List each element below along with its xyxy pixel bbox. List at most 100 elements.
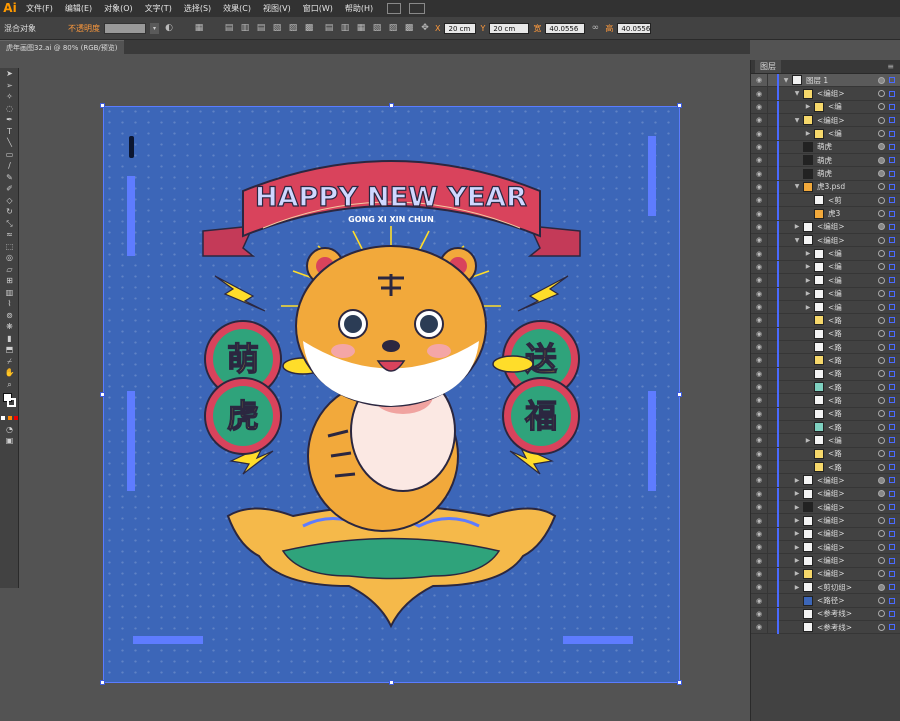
rectangle-tool-icon[interactable]: ▭: [0, 149, 19, 161]
menu-item[interactable]: 文件(F): [20, 0, 59, 17]
resize-handle-ml[interactable]: [100, 392, 105, 397]
blob-brush-icon[interactable]: ✐: [0, 183, 19, 195]
distribute-2-icon[interactable]: ▥: [339, 22, 351, 34]
target-circle-icon[interactable]: [878, 236, 885, 244]
target-circle-icon[interactable]: [878, 76, 885, 84]
layer-name[interactable]: <剪: [828, 195, 842, 206]
visibility-eye-icon[interactable]: ◉: [754, 436, 764, 444]
lock-toggle[interactable]: [767, 514, 775, 528]
visibility-eye-icon[interactable]: ◉: [754, 450, 764, 458]
visibility-eye-icon[interactable]: ◉: [754, 303, 764, 311]
layer-name[interactable]: <路: [828, 342, 842, 353]
visibility-eye-icon[interactable]: ◉: [754, 316, 764, 324]
target-circle-icon[interactable]: [878, 410, 885, 418]
layer-row[interactable]: ◉ ▼ <编组>: [751, 87, 900, 101]
type-tool-icon[interactable]: T: [0, 126, 19, 138]
target-circle-icon[interactable]: [878, 276, 885, 284]
target-circle-icon[interactable]: [878, 210, 885, 218]
column-graph-icon[interactable]: ▮: [0, 333, 19, 345]
layer-row[interactable]: ◉ ▼ <编组>: [751, 233, 900, 248]
visibility-eye-icon[interactable]: ◉: [754, 196, 764, 204]
direct-selection-tool-icon[interactable]: ➢: [0, 80, 19, 92]
selection-indicator[interactable]: [889, 450, 895, 457]
resize-handle-br[interactable]: [677, 680, 682, 685]
visibility-eye-icon[interactable]: ◉: [754, 610, 764, 618]
target-circle-icon[interactable]: [878, 250, 885, 258]
width-input[interactable]: 40.0556: [545, 22, 586, 34]
distribute-icon[interactable]: ▤: [323, 22, 335, 34]
lock-toggle[interactable]: [767, 447, 775, 461]
align-right-icon[interactable]: ▤: [255, 22, 267, 34]
selection-indicator[interactable]: [889, 610, 895, 617]
lock-toggle[interactable]: [767, 287, 775, 301]
layer-row[interactable]: ◉ <路: [751, 353, 900, 368]
layer-row[interactable]: ◉ <路: [751, 447, 900, 461]
visibility-eye-icon[interactable]: ◉: [754, 90, 764, 98]
layer-name[interactable]: <路: [828, 395, 842, 406]
selection-indicator[interactable]: [889, 77, 895, 84]
selection-indicator[interactable]: [889, 277, 895, 284]
layer-name[interactable]: <编: [828, 248, 842, 259]
slice-tool-icon[interactable]: ⌿: [0, 356, 19, 368]
layer-row[interactable]: ◉ ▶ <编: [751, 127, 900, 141]
visibility-eye-icon[interactable]: ◉: [754, 543, 764, 551]
arrange-documents-icon[interactable]: [409, 3, 426, 14]
selection-indicator[interactable]: [889, 544, 895, 551]
target-circle-icon[interactable]: [878, 597, 885, 605]
layer-name[interactable]: <编: [828, 128, 842, 139]
layer-row[interactable]: ◉ <路: [751, 313, 900, 328]
selection-indicator[interactable]: [889, 290, 895, 297]
target-circle-icon[interactable]: [878, 423, 885, 431]
resize-handle-tl[interactable]: [100, 103, 105, 108]
layer-name[interactable]: 虎3: [828, 208, 840, 219]
layer-name[interactable]: <路径>: [817, 595, 845, 606]
link-icon[interactable]: ∞: [589, 22, 601, 34]
menu-item[interactable]: 编辑(E): [59, 0, 98, 17]
y-input[interactable]: 20 cm: [489, 22, 530, 34]
target-circle-icon[interactable]: [878, 303, 885, 311]
lock-toggle[interactable]: [767, 500, 775, 514]
layer-row[interactable]: ◉ ▶ <编: [751, 433, 900, 448]
selection-tool-icon[interactable]: ➤: [0, 68, 19, 80]
expand-triangle-icon[interactable]: ▶: [794, 530, 800, 537]
lock-toggle[interactable]: [767, 554, 775, 568]
expand-triangle-icon[interactable]: ▶: [805, 263, 811, 270]
lock-toggle[interactable]: [767, 193, 775, 207]
artwork[interactable]: HAPPY NEW YEAR GONG XI XIN CHUN 萌 虎 送 福: [103, 106, 680, 683]
layer-name[interactable]: <参考线>: [817, 622, 852, 633]
lock-toggle[interactable]: [767, 607, 775, 621]
menu-item[interactable]: 对象(O): [98, 0, 139, 17]
selection-indicator[interactable]: [889, 477, 895, 484]
layer-row[interactable]: ◉ <路径>: [751, 594, 900, 608]
visibility-eye-icon[interactable]: ◉: [754, 530, 764, 538]
target-circle-icon[interactable]: [878, 370, 885, 378]
lock-toggle[interactable]: [767, 367, 775, 381]
selection-indicator[interactable]: [889, 117, 895, 124]
layer-row[interactable]: ◉ ▶ <编组>: [751, 220, 900, 235]
expand-triangle-icon[interactable]: ▶: [805, 250, 811, 257]
line-tool-icon[interactable]: ╲: [0, 137, 19, 149]
layer-name[interactable]: <路: [828, 315, 842, 326]
align-top-icon[interactable]: ▧: [271, 22, 283, 34]
lock-toggle[interactable]: [767, 100, 775, 114]
visibility-eye-icon[interactable]: ◉: [754, 76, 764, 84]
target-circle-icon[interactable]: [878, 116, 885, 124]
target-circle-icon[interactable]: [878, 183, 885, 191]
visibility-eye-icon[interactable]: ◉: [754, 343, 764, 351]
scale-tool-icon[interactable]: ⤡: [0, 218, 19, 230]
lock-toggle[interactable]: [767, 473, 775, 487]
target-circle-icon[interactable]: [878, 543, 885, 551]
lock-toggle[interactable]: [767, 620, 775, 634]
layer-row[interactable]: ◉ <路: [751, 380, 900, 395]
layer-row[interactable]: ◉ ▼ 虎3.psd: [751, 180, 900, 195]
visibility-eye-icon[interactable]: ◉: [754, 623, 764, 631]
layer-row[interactable]: ◉ ▶ <编组>: [751, 514, 900, 528]
rotate-tool-icon[interactable]: ↻: [0, 206, 19, 218]
selection-indicator[interactable]: [889, 344, 895, 351]
selection-indicator[interactable]: [889, 237, 895, 244]
layer-row[interactable]: ◉ <剪: [751, 193, 900, 208]
layer-name[interactable]: <编组>: [817, 568, 845, 579]
selection-indicator[interactable]: [889, 317, 895, 324]
artboard-tool-icon[interactable]: ⬒: [0, 344, 19, 356]
lock-toggle[interactable]: [767, 353, 775, 367]
